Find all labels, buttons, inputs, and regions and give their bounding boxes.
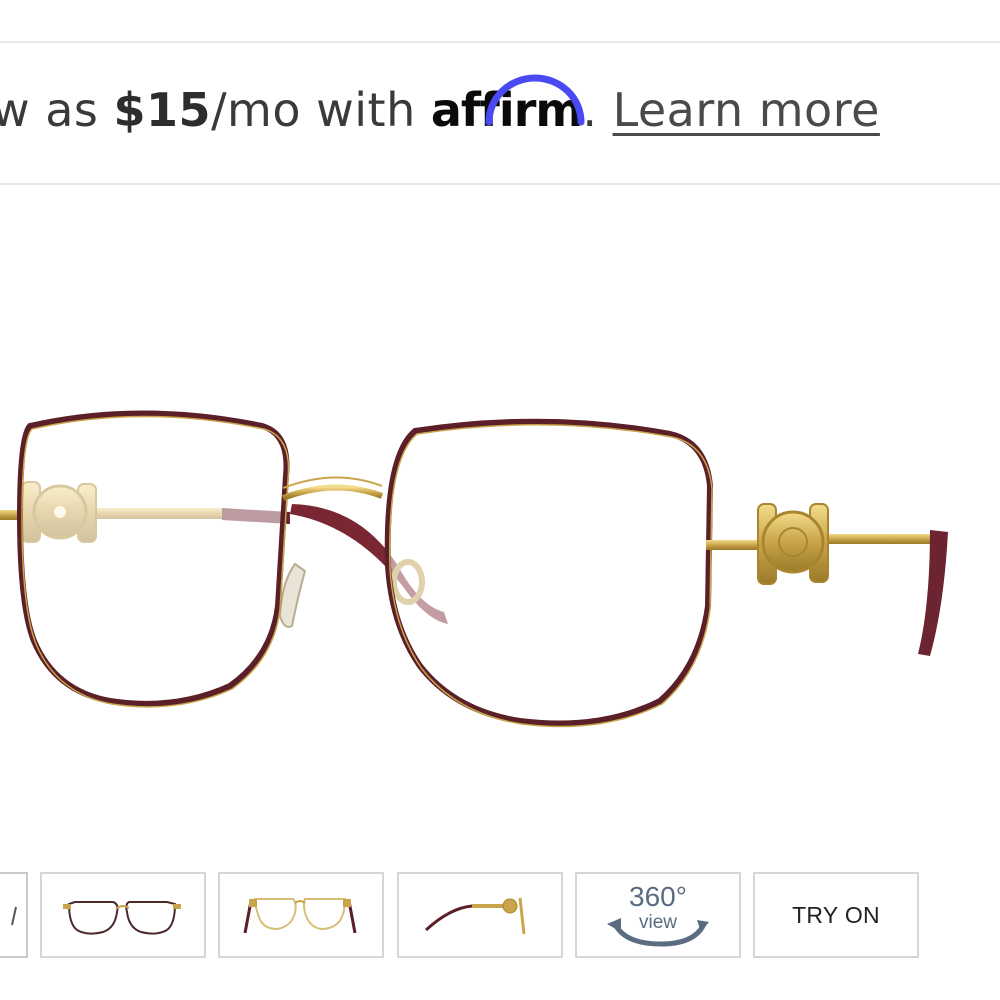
thumbnail-partial[interactable] <box>0 872 28 958</box>
thumbnail-front-view[interactable] <box>40 872 206 958</box>
partial-glasses-icon <box>11 906 17 926</box>
try-on-label: TRY ON <box>792 901 880 928</box>
glasses-angle-icon <box>243 898 357 934</box>
eyeglasses-illustration <box>0 410 948 728</box>
glasses-front-icon <box>63 901 181 935</box>
learn-more-link[interactable]: Learn more <box>613 83 880 137</box>
thumbnail-angle-view[interactable] <box>218 872 384 958</box>
affirm-arc-icon <box>485 74 585 126</box>
thumbnail-strip: 360° view TRY ON <box>0 872 1000 962</box>
financing-lead-text: w as <box>0 83 114 137</box>
product-image-eyeglasses[interactable] <box>0 186 1000 836</box>
view-360-bottom-text: view <box>639 912 677 933</box>
glasses-side-icon <box>424 897 526 935</box>
rotate-360-icon: 360° view <box>607 881 709 947</box>
view-360-top-text: 360° <box>629 881 687 912</box>
right-medallion <box>757 503 829 585</box>
affirm-financing-banner: w as $15/mo with affirm. Learn more <box>0 68 880 152</box>
top-divider <box>0 41 1000 43</box>
thumbnail-side-view[interactable] <box>397 872 563 958</box>
affirm-logo: affirm <box>431 68 585 152</box>
financing-term-text: /mo with <box>211 83 431 137</box>
thumbnail-360-view[interactable]: 360° view <box>575 872 741 958</box>
monthly-amount: $15 <box>113 83 212 137</box>
try-on-button[interactable]: TRY ON <box>753 872 919 958</box>
banner-bottom-divider <box>0 183 1000 185</box>
